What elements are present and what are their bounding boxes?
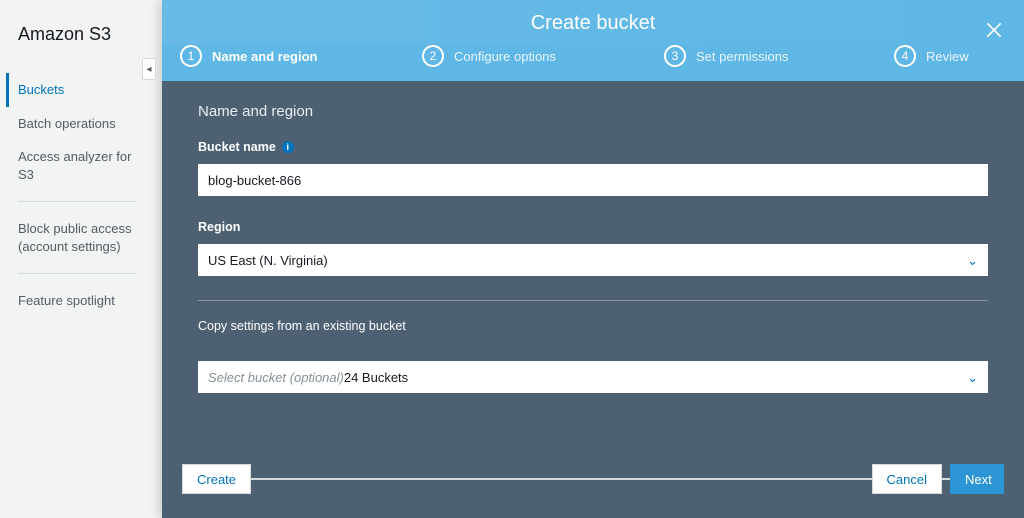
modal-header: Create bucket 1 Name and region 2 Config… [162,0,1024,81]
sidebar-item-block-public-access[interactable]: Block public access (account settings) [18,212,137,263]
cancel-button[interactable]: Cancel [872,464,942,494]
step-set-permissions[interactable]: 3 Set permissions [654,45,884,67]
sidebar-item-batch-operations[interactable]: Batch operations [18,107,137,141]
service-title: Amazon S3 [18,24,137,45]
step-number-icon: 3 [664,45,686,67]
bucket-name-field: Bucket name i [198,140,988,196]
region-selected-value: US East (N. Virginia) [208,244,328,276]
bucket-name-input[interactable] [198,164,988,196]
placeholder-text: Select bucket (optional) [208,370,344,385]
region-field: Region US East (N. Virginia) ⌄ [198,220,988,276]
bucket-name-label: Bucket name i [198,140,988,154]
step-name-and-region[interactable]: 1 Name and region [170,45,412,67]
step-number-icon: 4 [894,45,916,67]
bucket-count: 24 Buckets [344,370,408,385]
sidebar-divider [18,201,137,202]
copy-settings-select[interactable]: Select bucket (optional)24 Buckets ⌄ [198,361,988,393]
modal-body: Name and region Bucket name i Region US … [162,81,1024,468]
chevron-down-icon: ⌄ [967,253,978,269]
chevron-left-icon: ◂ [146,64,151,75]
section-title: Name and region [198,103,988,120]
create-bucket-modal: Create bucket 1 Name and region 2 Config… [162,0,1024,518]
step-label: Name and region [212,49,317,64]
next-button[interactable]: Next [950,464,1004,494]
region-label: Region [198,220,988,234]
close-button[interactable] [984,20,1006,42]
info-icon[interactable]: i [282,141,294,153]
create-button[interactable]: Create [182,464,251,494]
footer-divider [198,478,988,480]
modal-title: Create bucket [162,0,1024,45]
label-text: Bucket name [198,140,276,154]
sidebar-item-access-analyzer[interactable]: Access analyzer for S3 [18,140,137,191]
step-number-icon: 1 [180,45,202,67]
section-divider [198,300,988,301]
copy-settings-label: Copy settings from an existing bucket [198,319,988,333]
wizard-steps: 1 Name and region 2 Configure options 3 … [162,45,1024,81]
close-icon [984,20,1004,40]
sidebar-divider [18,273,137,274]
copy-settings-placeholder: Select bucket (optional)24 Buckets [208,361,408,393]
step-number-icon: 2 [422,45,444,67]
step-configure-options[interactable]: 2 Configure options [412,45,654,67]
step-label: Configure options [454,49,556,64]
step-label: Review [926,49,969,64]
sidebar-item-buckets[interactable]: Buckets [6,73,137,107]
sidebar-item-feature-spotlight[interactable]: Feature spotlight [18,284,137,318]
modal-footer: Create Cancel Next [162,468,1024,518]
chevron-down-icon: ⌄ [967,370,978,386]
copy-settings-field: Copy settings from an existing bucket Se… [198,319,988,393]
region-select[interactable]: US East (N. Virginia) ⌄ [198,244,988,276]
sidebar-collapse-toggle[interactable]: ◂ [142,58,156,80]
step-review[interactable]: 4 Review [884,45,1004,67]
step-label: Set permissions [696,49,788,64]
sidebar: Amazon S3 Buckets Batch operations Acces… [0,0,155,518]
